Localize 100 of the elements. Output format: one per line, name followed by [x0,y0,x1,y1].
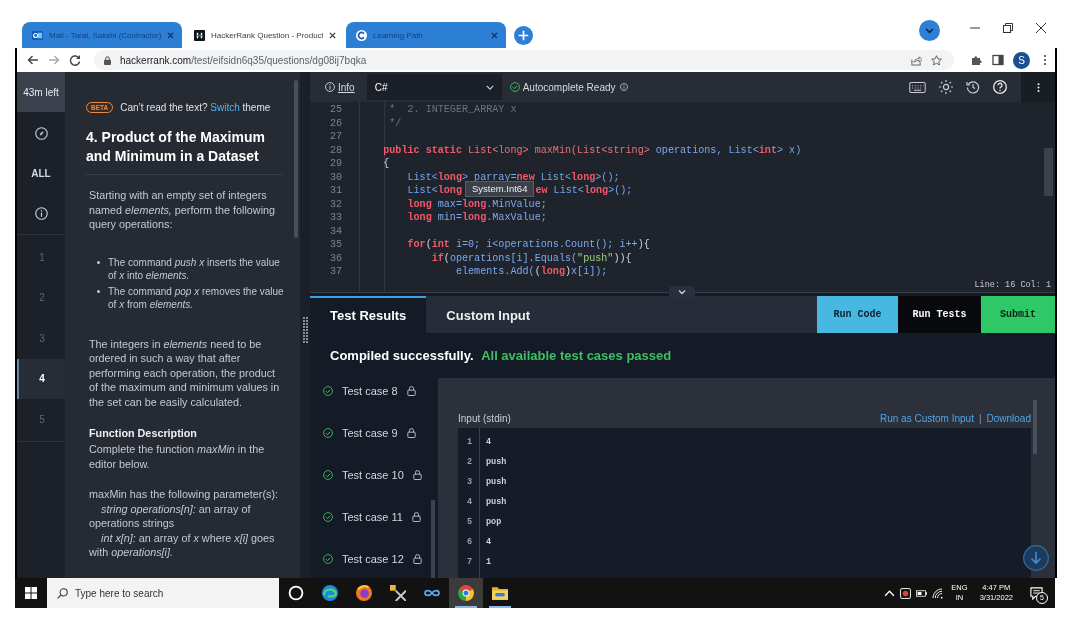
time-left: 43m left [17,72,65,112]
run-custom-input-link[interactable]: Run as Custom Input [879,412,974,424]
problem-paragraph: Complete the function maxMin in the editor below. [89,442,266,471]
line-number: 35 [328,238,342,252]
line-number: 4 [465,497,472,507]
link-separator: | [978,412,982,424]
code-editor[interactable] [310,102,1055,292]
action-button[interactable]: Run Tests [898,296,981,333]
line-number: 6 [465,537,472,547]
more-icon[interactable] [1043,54,1047,66]
compass-icon[interactable] [34,126,48,140]
scrollbar[interactable] [1033,400,1037,454]
collapse-handle-icon[interactable] [669,286,695,298]
line-number: 36 [328,251,342,265]
line-number: 27 [328,130,342,144]
autocomplete-status: Autocomplete Ready [522,81,616,93]
test-case-item[interactable]: Test case 9 [310,420,438,446]
line-number: 37 [328,265,342,279]
code-line: List<long [406,184,462,198]
scroll-down-icon[interactable] [1023,545,1049,571]
line-number: 32 [328,197,342,211]
battery-icon[interactable] [916,587,928,599]
problem-paragraph: Starting with an empty set of integers named elements, perform the following query operations: [89,188,277,232]
results-tab[interactable]: Test Results [310,296,427,333]
help-icon[interactable] [993,80,1007,94]
scrollbar[interactable] [431,500,435,578]
test-case-item[interactable]: Test case 11 [310,504,438,530]
code-line: long max=long.MinValue; [406,197,547,211]
action-button[interactable]: Submit [981,296,1055,333]
tray-app-icon[interactable] [900,587,912,599]
results-tab[interactable]: Custom Input [426,296,551,333]
profile-button[interactable]: S [1013,51,1030,69]
input-line: push [486,477,507,487]
scrollbar[interactable] [1044,148,1053,196]
keyboard-icon[interactable] [909,81,926,93]
taskbar-search-field[interactable]: Type here to search [47,578,279,608]
windows-logo-icon[interactable] [25,587,37,599]
restore-icon[interactable] [1003,23,1013,33]
line-number: 29 [328,157,342,171]
mail-app-icon [32,29,43,41]
info-link[interactable]: Info [325,81,355,93]
wifi-icon[interactable] [932,587,944,599]
swirl-app-icon [322,585,338,601]
problem-paragraph: The integers in elements need to be ordered in such a way that after performing each operation, the product of the maximum and minimum values in the set can be easily calculated. [89,336,281,409]
resize-handle-icon[interactable] [302,317,308,343]
line-number: 30 [328,170,342,184]
language-dropdown[interactable]: C# [366,74,502,100]
test-case-item[interactable]: Test case 10 [310,462,438,488]
input-label: Input (stdin) [458,412,511,424]
line-number: 25 [328,103,342,117]
folder-app-icon [492,585,508,601]
chevron-down-icon[interactable] [919,20,940,41]
action-button[interactable]: Run Code [817,296,898,333]
switch-link[interactable]: Switch [210,102,240,113]
all-filter[interactable]: ALL [31,167,51,179]
tools-app-icon [390,585,406,601]
test-case-item[interactable]: Test case 8 [310,378,438,404]
new-tab-icon[interactable] [514,26,533,45]
code-line: for(int i=0; i<operations.Count(); i++){ [406,238,650,252]
parameter-text: int x[n]: an array of x where x[i] goes with operations[i]. [89,530,276,560]
section-heading: Function Description [89,426,198,440]
puzzle-icon[interactable] [971,54,983,66]
taskbar-app-button[interactable] [449,578,483,608]
circle-icon [288,585,304,601]
tooltip: System.Int64 [465,181,535,198]
share-icon[interactable] [911,54,922,66]
code-line: elements.Add((long)x[i]); [454,265,608,279]
info-icon[interactable] [34,206,48,220]
more-icon [1036,81,1040,93]
test-case-item[interactable]: Test case 12 [310,546,438,572]
bullet-text: The command pop x removes the value of x from elements. [108,284,285,311]
input-line: 1 [486,557,492,567]
line-number: 2 [465,457,472,467]
input-line: pop [486,517,502,527]
close-icon[interactable] [329,31,336,39]
cursor-position: Line: 16 Col: 1 [974,280,1051,290]
search-icon [57,587,68,599]
line-number: 26 [328,116,342,130]
line-number: 7 [465,557,472,567]
history-icon[interactable] [966,80,980,94]
info-icon[interactable] [619,83,628,91]
back-arrow-icon[interactable] [27,54,39,66]
star-icon[interactable] [931,54,942,66]
input-line: push [486,457,507,467]
sidebar-icon[interactable] [992,54,1004,66]
bullet-icon [97,260,100,264]
sun-icon[interactable] [939,80,953,94]
code-line: ew List<long>(); [535,184,633,198]
address-field[interactable]: hackerrank.com/test/eifsidn6q35/questions/dg08ij7bqka [94,50,954,70]
scrollbar[interactable] [294,80,298,238]
download-link[interactable]: Download [986,412,1031,424]
check-circle-icon [509,82,520,92]
input-line: 4 [486,537,492,547]
chevron-up-icon[interactable] [884,587,896,599]
question-number[interactable]: 4 [17,358,65,399]
reload-icon[interactable] [69,54,81,66]
code-line: */ [388,116,402,130]
logo-icon [356,29,367,41]
close-icon[interactable] [1036,23,1046,33]
theme-notice: Can’t read the text? Switch theme [120,102,271,113]
